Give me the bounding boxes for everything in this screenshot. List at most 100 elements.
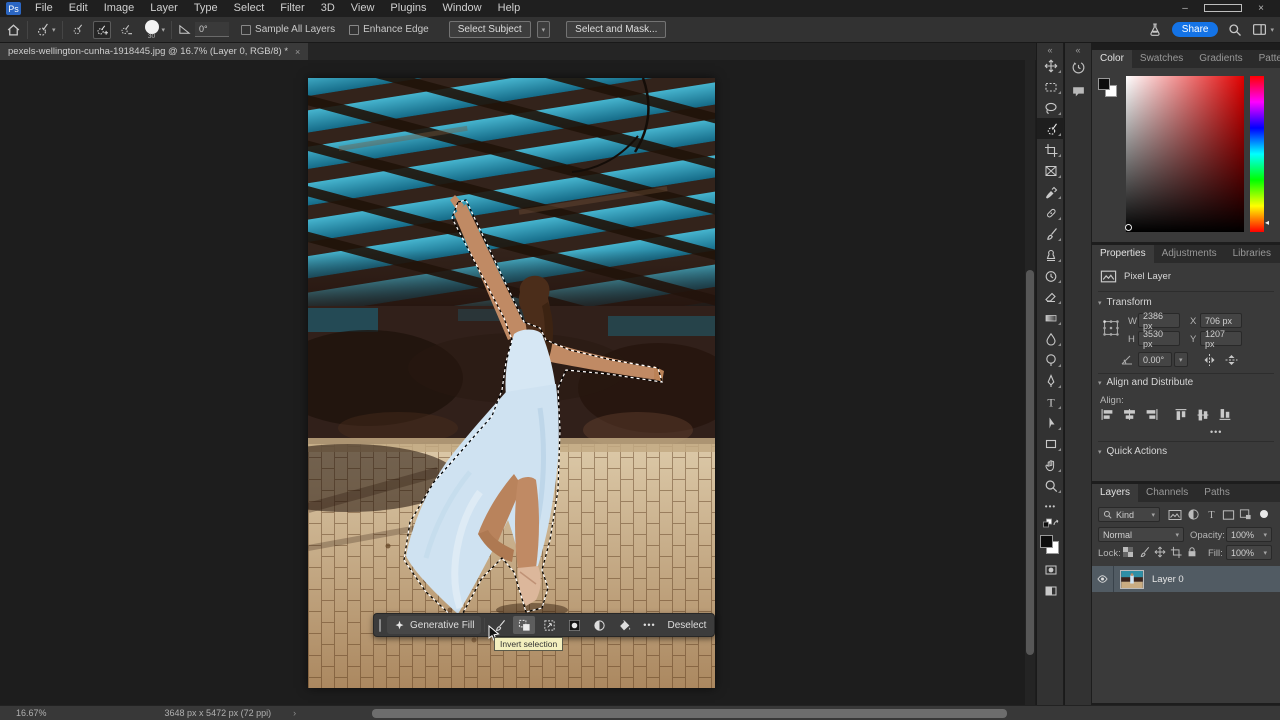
dodge-tool[interactable] — [1037, 349, 1064, 370]
vertical-scrollbar[interactable] — [1025, 60, 1035, 705]
shape-tool[interactable] — [1037, 433, 1064, 454]
crop-tool[interactable] — [1037, 139, 1064, 160]
sample-all-layers-checkbox[interactable]: Sample All Layers — [241, 24, 335, 35]
gradient-tool[interactable] — [1037, 307, 1064, 328]
layer-filter-kind-dropdown[interactable]: Kind ▾ — [1098, 507, 1160, 522]
reference-point-icon[interactable] — [1102, 319, 1120, 337]
filter-adjustment-layers-icon[interactable] — [1187, 508, 1200, 521]
selection-brush-button[interactable] — [488, 616, 510, 634]
x-field[interactable]: 706 px — [1200, 313, 1242, 328]
zoom-tool[interactable] — [1037, 475, 1064, 496]
history-panel-icon[interactable] — [1065, 55, 1092, 79]
menu-filter[interactable]: Filter — [272, 0, 312, 17]
pen-tool[interactable] — [1037, 370, 1064, 391]
new-selection-mode-button[interactable] — [69, 21, 87, 39]
create-adjustment-button[interactable] — [588, 616, 610, 634]
path-selection-tool[interactable] — [1037, 412, 1064, 433]
brush-tool[interactable] — [1037, 223, 1064, 244]
quick-selection-tool[interactable] — [1037, 118, 1064, 139]
history-brush-tool[interactable] — [1037, 265, 1064, 286]
eraser-tool[interactable] — [1037, 286, 1064, 307]
y-field[interactable]: 1207 px — [1200, 331, 1242, 346]
flip-horizontal-icon[interactable] — [1202, 353, 1217, 367]
menu-layer[interactable]: Layer — [142, 0, 186, 17]
share-button[interactable]: Share — [1172, 22, 1219, 37]
width-field[interactable]: 2386 px — [1138, 313, 1180, 328]
fill-dropdown[interactable]: 100%▾ — [1226, 545, 1272, 560]
lock-transparency-icon[interactable] — [1122, 546, 1134, 558]
color-picker-marker[interactable] — [1125, 224, 1132, 231]
quick-mask-mode-button[interactable] — [1037, 559, 1064, 580]
brush-angle-control[interactable]: 0° — [178, 22, 229, 37]
spot-healing-brush-tool[interactable] — [1037, 202, 1064, 223]
select-and-mask-button[interactable]: Select and Mask... — [566, 21, 666, 38]
zoom-level[interactable]: 16.67% — [16, 708, 47, 718]
edit-toolbar-ellipsis[interactable]: ••• — [1037, 496, 1064, 517]
lasso-tool[interactable] — [1037, 97, 1064, 118]
document-tab-close-icon[interactable]: × — [295, 47, 300, 57]
tab-paths[interactable]: Paths — [1196, 484, 1238, 502]
tab-layers[interactable]: Layers — [1092, 484, 1138, 502]
menu-3d[interactable]: 3D — [313, 0, 343, 17]
align-section-header[interactable]: Align and Distribute — [1107, 377, 1194, 388]
hue-slider[interactable] — [1250, 76, 1264, 232]
menu-select[interactable]: Select — [226, 0, 273, 17]
tab-patterns[interactable]: Patterns — [1251, 50, 1280, 68]
move-tool[interactable] — [1037, 55, 1064, 76]
menu-plugins[interactable]: Plugins — [382, 0, 434, 17]
tab-swatches[interactable]: Swatches — [1132, 50, 1191, 68]
feather-selection-button[interactable] — [563, 616, 585, 634]
angle-field[interactable]: 0.00° — [1138, 352, 1172, 367]
search-icon[interactable] — [1228, 23, 1242, 37]
taskbar-more-options[interactable]: ••• — [638, 616, 660, 634]
home-icon[interactable] — [6, 22, 21, 37]
align-center-vertical-icon[interactable] — [1196, 408, 1211, 421]
layer-visibility-toggle[interactable] — [1092, 566, 1114, 592]
foreground-background-color-swatches[interactable] — [1037, 531, 1064, 559]
tab-libraries[interactable]: Libraries — [1225, 245, 1279, 263]
tool-preset-picker[interactable]: ▾ — [34, 22, 56, 37]
window-restore-button[interactable] — [1204, 0, 1242, 18]
tab-channels[interactable]: Channels — [1138, 484, 1196, 502]
invert-selection-button[interactable] — [513, 616, 535, 634]
contextual-taskbar[interactable]: Generative Fill ••• Deselect — [373, 613, 715, 637]
clone-stamp-tool[interactable] — [1037, 244, 1064, 265]
window-minimize-button[interactable]: – — [1166, 0, 1204, 18]
align-bottom-icon[interactable] — [1218, 408, 1233, 421]
workspace-switcher[interactable]: ▾ — [1252, 23, 1274, 36]
tab-color[interactable]: Color — [1092, 50, 1132, 68]
hue-slider-marker[interactable]: ◂ — [1265, 218, 1269, 227]
transform-selection-button[interactable] — [538, 616, 560, 634]
add-to-selection-mode-button[interactable] — [93, 21, 111, 39]
lock-all-icon[interactable] — [1186, 546, 1198, 558]
layer-name[interactable]: Layer 0 — [1152, 574, 1184, 585]
lock-position-icon[interactable] — [1154, 546, 1166, 558]
filter-pixel-layers-icon[interactable] — [1168, 509, 1182, 521]
menu-file[interactable]: File — [27, 0, 61, 17]
menu-window[interactable]: Window — [435, 0, 490, 17]
generative-fill-button[interactable]: Generative Fill — [387, 616, 481, 634]
menu-edit[interactable]: Edit — [61, 0, 96, 17]
status-expand-arrow[interactable]: › — [293, 708, 296, 718]
eyedropper-tool[interactable] — [1037, 181, 1064, 202]
flip-vertical-icon[interactable] — [1224, 353, 1239, 367]
align-more-options[interactable]: ••• — [1210, 427, 1222, 437]
frame-tool[interactable] — [1037, 160, 1064, 181]
collapse-panels-icon[interactable]: « — [1065, 43, 1091, 55]
screen-mode-button[interactable] — [1037, 580, 1064, 601]
canvas-image[interactable] — [308, 78, 715, 688]
menu-image[interactable]: Image — [96, 0, 143, 17]
taskbar-drag-handle[interactable] — [379, 619, 381, 632]
collapse-tools-icon[interactable]: « — [1037, 43, 1063, 55]
filter-type-layers-icon[interactable]: T — [1205, 508, 1218, 521]
blur-tool[interactable] — [1037, 328, 1064, 349]
menu-type[interactable]: Type — [186, 0, 226, 17]
quick-actions-section-header[interactable]: Quick Actions — [1107, 446, 1168, 457]
deselect-button[interactable]: Deselect — [667, 620, 706, 631]
document-tab[interactable]: pexels-wellington-cunha-1918445.jpg @ 16… — [0, 43, 308, 60]
select-subject-button[interactable]: Select Subject — [449, 21, 531, 38]
menu-view[interactable]: View — [343, 0, 383, 17]
rectangular-marquee-tool[interactable] — [1037, 76, 1064, 97]
beta-flask-icon[interactable] — [1148, 22, 1162, 37]
align-top-icon[interactable] — [1174, 408, 1189, 421]
